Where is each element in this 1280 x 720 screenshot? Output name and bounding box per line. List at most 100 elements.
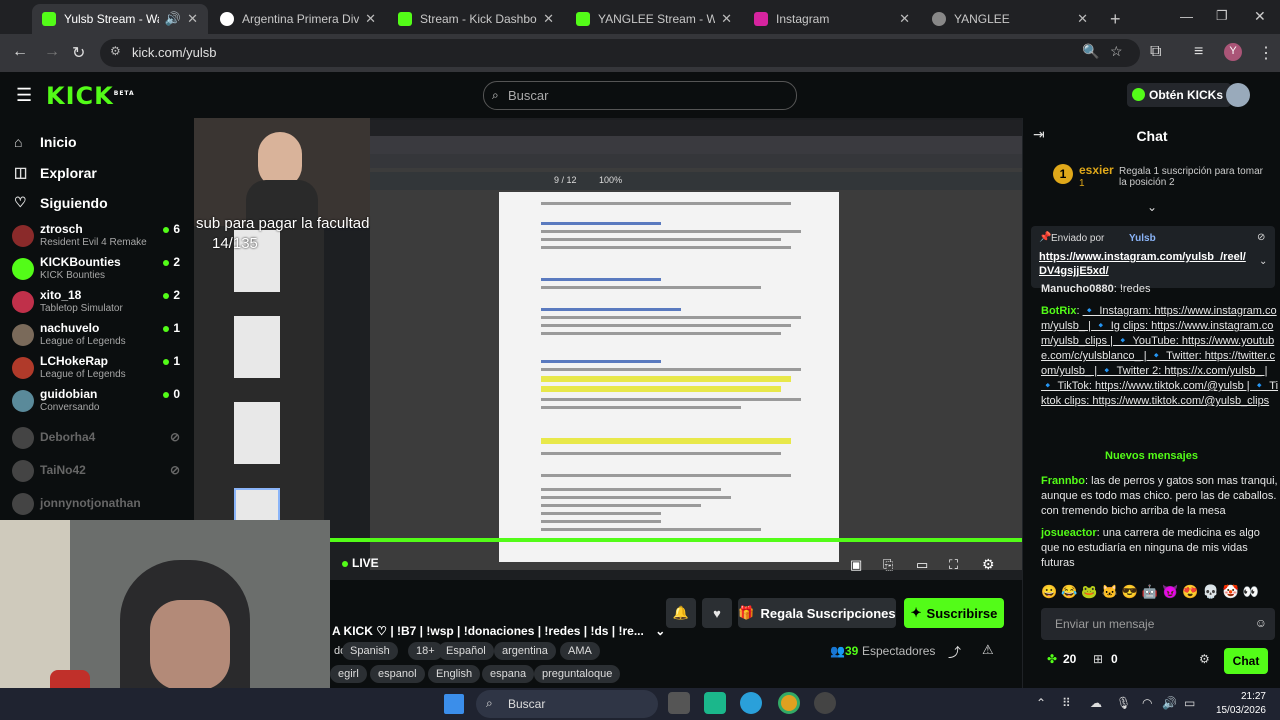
chat-username[interactable]: Manucho0880 xyxy=(1041,283,1114,295)
chat-username[interactable]: josueactor xyxy=(1041,527,1097,539)
chat-username[interactable]: Frannbo xyxy=(1041,475,1085,487)
sidebar-channel[interactable]: xito_18 Tabletop Simulator 2 xyxy=(12,288,182,320)
get-kicks-button[interactable]: Obtén KICKs xyxy=(1127,83,1232,107)
chat-username[interactable]: BotRix xyxy=(1041,305,1076,317)
theater-mode-icon[interactable]: ▭ xyxy=(916,557,928,573)
cloud-icon[interactable]: ☁ xyxy=(1090,696,1102,710)
send-chat-button[interactable]: Chat xyxy=(1224,648,1268,674)
app-icon[interactable] xyxy=(814,692,836,714)
nav-siguiendo[interactable]: ♡ Siguiendo xyxy=(14,194,108,211)
sidebar-channel-offline[interactable]: Deborha4 ⊘ xyxy=(12,424,182,456)
expand-leaderboard-icon[interactable]: ⌄ xyxy=(1147,200,1157,214)
minimize-icon[interactable]: — xyxy=(1180,9,1193,24)
tag[interactable]: espana xyxy=(482,665,535,683)
share-icon[interactable]: ⤴ xyxy=(948,642,961,661)
tag[interactable]: argentina xyxy=(494,642,556,660)
back-icon[interactable]: ← xyxy=(12,43,28,61)
tab-instagram[interactable]: Instagram ✕ xyxy=(744,4,920,34)
tab-yulsb[interactable]: Yulsb Stream - Watch L 🔊 ✕ xyxy=(32,4,208,34)
unpin-icon[interactable]: ⊘ xyxy=(1257,232,1265,243)
clip-icon[interactable]: ⎘ xyxy=(883,557,893,573)
url-field[interactable]: ⚙ kick.com/yulsb 🔍 ☆ xyxy=(100,39,1140,67)
extensions-icon[interactable]: ⧉ xyxy=(1150,43,1161,61)
tag[interactable]: Español xyxy=(438,642,494,660)
windows-start-icon[interactable] xyxy=(444,694,464,714)
tab-yanglee[interactable]: YANGLEE ✕ xyxy=(922,4,1098,34)
media-icon[interactable]: ≡ xyxy=(1194,43,1203,61)
telegram-icon[interactable] xyxy=(740,692,762,714)
new-tab-button[interactable]: + xyxy=(1100,4,1124,34)
hamburger-menu-icon[interactable]: ☰ xyxy=(16,85,32,106)
tray-app-icon[interactable]: ⠿ xyxy=(1062,696,1071,710)
bookmark-star-icon[interactable]: ☆ xyxy=(1110,43,1123,60)
pip-icon[interactable]: ▣ xyxy=(850,557,862,573)
emote-row[interactable]: 😀😂🐸🐱😎🤖😈😍💀🤡👀 xyxy=(1041,584,1275,602)
sidebar-channel-offline[interactable]: TaiNo42 ⊘ xyxy=(12,457,182,489)
tab-audio-icon[interactable]: 🔊 xyxy=(165,11,181,27)
taskbar-search[interactable]: ⌕ Buscar xyxy=(476,690,658,718)
chat-settings-gear-icon[interactable]: ⚙ xyxy=(1199,652,1210,666)
microphone-icon[interactable]: 🎙 xyxy=(1116,696,1131,710)
site-info-icon[interactable]: ⚙ xyxy=(110,44,121,58)
report-warning-icon[interactable]: ⚠ xyxy=(982,642,994,658)
app-heart-icon[interactable] xyxy=(704,692,726,714)
close-tab-icon[interactable]: ✕ xyxy=(1077,11,1088,27)
sidebar-channel-offline[interactable]: jonnynotjonathan xyxy=(12,490,182,522)
forward-icon[interactable]: → xyxy=(44,43,60,61)
tab-argentina[interactable]: Argentina Primera Division ✕ xyxy=(210,4,386,34)
sidebar-channel[interactable]: ztrosch Resident Evil 4 Remake 6 xyxy=(12,222,182,254)
profile-avatar[interactable]: Y xyxy=(1224,43,1242,61)
clock-time[interactable]: 21:27 xyxy=(1216,691,1266,702)
gift-subs-button[interactable]: 🎁 Regala Suscripciones xyxy=(738,598,896,628)
sidebar-channel[interactable]: nachuvelo League of Legends 1 xyxy=(12,321,182,353)
tab-yanglee-stream[interactable]: YANGLEE Stream - Watch L ✕ xyxy=(566,4,742,34)
tag[interactable]: English xyxy=(428,665,481,683)
sidebar-channel[interactable]: guidobian Conversando 0 xyxy=(12,387,182,419)
wifi-icon[interactable]: ◠ xyxy=(1142,696,1152,710)
reload-icon[interactable]: ↻ xyxy=(72,43,85,63)
clock-date[interactable]: 15/03/2026 xyxy=(1206,705,1266,716)
tray-chevron-up-icon[interactable]: ⌃ xyxy=(1036,696,1046,710)
chevron-down-icon[interactable]: ⌄ xyxy=(655,624,665,638)
tag[interactable]: Spanish xyxy=(342,642,398,660)
notification-bell-button[interactable]: 🔔 xyxy=(666,598,696,628)
chat-message: Manucho0880: !redes xyxy=(1041,283,1151,295)
volume-icon[interactable]: 🔊 xyxy=(1162,696,1177,710)
close-tab-icon[interactable]: ✕ xyxy=(543,11,554,27)
nav-inicio[interactable]: ⌂ Inicio xyxy=(14,134,77,150)
browser-menu-icon[interactable]: ⋮ xyxy=(1258,43,1274,63)
battery-icon[interactable]: ▭ xyxy=(1184,696,1195,710)
zoom-icon[interactable]: 🔍 xyxy=(1082,43,1099,60)
fullscreen-icon[interactable]: ⛶ xyxy=(949,557,958,573)
top-gifter-name[interactable]: esxier xyxy=(1079,163,1114,177)
tag[interactable]: preguntaloque xyxy=(534,665,621,683)
sidebar-channel[interactable]: LCHokeRap League of Legends 1 xyxy=(12,354,182,386)
subscribe-button[interactable]: ✦ Suscribirse xyxy=(904,598,1004,628)
chevron-down-icon[interactable]: ⌄ xyxy=(1259,256,1267,267)
close-tab-icon[interactable]: ✕ xyxy=(187,11,198,27)
restore-icon[interactable]: ❐ xyxy=(1216,8,1228,24)
nav-explorar[interactable]: ◫ Explorar xyxy=(14,164,97,181)
tag[interactable]: egirl xyxy=(330,665,367,683)
search-input[interactable]: ⌕ Buscar xyxy=(483,81,797,110)
close-tab-icon[interactable]: ✕ xyxy=(899,11,910,27)
tab-kick-dashboard[interactable]: Stream - Kick Dashboard ✕ xyxy=(388,4,564,34)
channel-name: LCHokeRap xyxy=(40,354,109,368)
task-view-icon[interactable] xyxy=(668,692,690,714)
chat-message-input[interactable]: Enviar un mensaje ☺ xyxy=(1041,608,1275,640)
pinned-link[interactable]: https://www.instagram.com/yulsb_/reel/DV… xyxy=(1039,250,1249,278)
chrome-icon[interactable] xyxy=(778,692,800,714)
channel-points-count[interactable]: 20 xyxy=(1063,652,1076,666)
tag[interactable]: espanol xyxy=(370,665,425,683)
user-avatar[interactable] xyxy=(1226,83,1250,107)
close-window-icon[interactable]: ✕ xyxy=(1254,8,1266,25)
kick-logo[interactable]: KICKBETA xyxy=(46,82,135,110)
gift-count[interactable]: 0 xyxy=(1111,652,1118,666)
follow-button[interactable]: ♥ xyxy=(702,598,732,628)
close-tab-icon[interactable]: ✕ xyxy=(365,11,376,27)
settings-gear-icon[interactable]: ⚙ xyxy=(982,556,995,573)
tag[interactable]: AMA xyxy=(560,642,600,660)
sidebar-channel[interactable]: KICKBounties KICK Bounties 2 xyxy=(12,255,182,287)
emoji-picker-icon[interactable]: ☺ xyxy=(1255,616,1267,630)
close-tab-icon[interactable]: ✕ xyxy=(721,11,732,27)
